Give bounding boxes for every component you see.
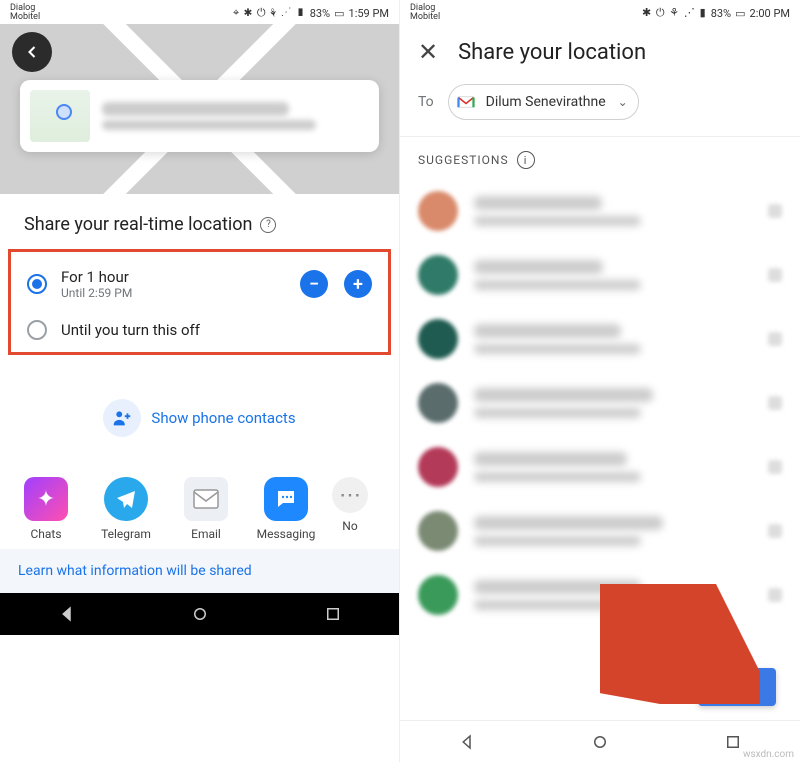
- telegram-icon: [104, 477, 148, 521]
- close-button[interactable]: ✕: [418, 38, 438, 66]
- option2-title: Until you turn this off: [61, 321, 372, 339]
- avatar: [418, 191, 458, 231]
- option1-title: For 1 hour: [61, 268, 286, 286]
- email-icon: [184, 477, 228, 521]
- duration-options-highlight: For 1 hour Until 2:59 PM − + Until you t…: [8, 249, 391, 355]
- share-app-chats[interactable]: ✦ Chats: [10, 477, 82, 541]
- suggestion-item[interactable]: [418, 435, 782, 499]
- suggestion-item[interactable]: [418, 243, 782, 307]
- messenger-icon: ✦: [24, 477, 68, 521]
- recipient-name: Dilum Senevirathne: [486, 94, 606, 110]
- share-app-email[interactable]: Email: [170, 477, 242, 541]
- add-contact-icon: [103, 399, 141, 437]
- to-row: To Dilum Senevirathne ⌄: [400, 84, 800, 137]
- sheet-title: Share your real-time location ?: [0, 194, 399, 249]
- chevron-down-icon: ⌄: [618, 95, 628, 109]
- suggestions-heading: SUGGESTIONS i: [400, 137, 800, 175]
- info-icon[interactable]: i: [517, 151, 535, 169]
- page-title: Share your location: [458, 40, 646, 65]
- suggestion-item[interactable]: [418, 499, 782, 563]
- avatar: [418, 383, 458, 423]
- carrier-line2: Mobitel: [10, 13, 40, 22]
- suggestion-item[interactable]: [418, 371, 782, 435]
- suggestions-list: [400, 175, 800, 631]
- to-label: To: [418, 94, 434, 110]
- radio-unselected-icon[interactable]: [27, 320, 47, 340]
- avatar: [418, 575, 458, 615]
- battery-pct: 83%: [310, 7, 330, 20]
- battery-icon: ▭: [334, 7, 344, 20]
- map-preview: [0, 24, 399, 194]
- decrease-button[interactable]: −: [300, 270, 328, 298]
- option-for-1-hour[interactable]: For 1 hour Until 2:59 PM − +: [21, 258, 378, 310]
- increase-button[interactable]: +: [344, 270, 372, 298]
- show-phone-contacts-button[interactable]: Show phone contacts: [0, 355, 399, 467]
- messaging-icon: [264, 477, 308, 521]
- clock-right: 2:00 PM: [750, 7, 790, 20]
- help-icon[interactable]: ?: [260, 217, 276, 233]
- watermark: wsxdn.com: [743, 749, 794, 760]
- avatar: [418, 447, 458, 487]
- statusbar-left: Dialog Mobitel ⌖ ✱ ⏻ ⚘ ⋰ ▮ 83% ▭ 1:59 PM: [0, 0, 399, 24]
- status-icons: ✱ ⏻ ⚘ ⋰ ▮: [642, 6, 707, 20]
- nav-back-icon[interactable]: [58, 605, 76, 623]
- learn-info-link[interactable]: Learn what information will be shared: [0, 549, 399, 593]
- location-pin-icon: [56, 104, 72, 120]
- system-navbar-right: [400, 720, 800, 762]
- next-app-icon: ⋯: [332, 477, 368, 513]
- statusbar-right: Dialog Mobitel ✱ ⏻ ⚘ ⋰ ▮ 83% ▭ 2:00 PM: [400, 0, 800, 24]
- share-app-next[interactable]: ⋯ No: [330, 477, 370, 541]
- back-button[interactable]: [12, 32, 52, 72]
- suggestion-item[interactable]: [418, 307, 782, 371]
- nav-recent-icon[interactable]: [724, 733, 742, 751]
- send-button[interactable]: Send: [698, 668, 776, 706]
- recipient-chip[interactable]: Dilum Senevirathne ⌄: [448, 84, 639, 120]
- current-location-card[interactable]: [20, 80, 379, 152]
- share-app-telegram[interactable]: Telegram: [90, 477, 162, 541]
- option1-sub: Until 2:59 PM: [61, 286, 286, 300]
- phone-left: Dialog Mobitel ⌖ ✱ ⏻ ⚘ ⋰ ▮ 83% ▭ 1:59 PM…: [0, 0, 400, 762]
- share-apps-row: ✦ Chats Telegram Email Messaging ⋯ No: [0, 467, 399, 549]
- option-until-off[interactable]: Until you turn this off: [21, 310, 378, 350]
- radio-selected-icon[interactable]: [27, 274, 47, 294]
- map-thumbnail: [30, 90, 90, 142]
- nav-home-icon[interactable]: [591, 733, 609, 751]
- status-icons: ⌖ ✱ ⏻ ⚘ ⋰ ▮: [233, 6, 306, 20]
- avatar: [418, 511, 458, 551]
- share-header: ✕ Share your location: [400, 24, 800, 84]
- share-app-messaging[interactable]: Messaging: [250, 477, 322, 541]
- nav-home-icon[interactable]: [191, 605, 209, 623]
- nav-recent-icon[interactable]: [324, 605, 342, 623]
- system-navbar-left: [0, 593, 399, 635]
- suggestion-item[interactable]: [418, 563, 782, 627]
- gmail-icon: [454, 90, 478, 114]
- suggestion-item[interactable]: [418, 179, 782, 243]
- phone-right: Dialog Mobitel ✱ ⏻ ⚘ ⋰ ▮ 83% ▭ 2:00 PM ✕…: [400, 0, 800, 762]
- avatar: [418, 319, 458, 359]
- clock-left: 1:59 PM: [349, 7, 389, 20]
- nav-back-icon[interactable]: [458, 733, 476, 751]
- avatar: [418, 255, 458, 295]
